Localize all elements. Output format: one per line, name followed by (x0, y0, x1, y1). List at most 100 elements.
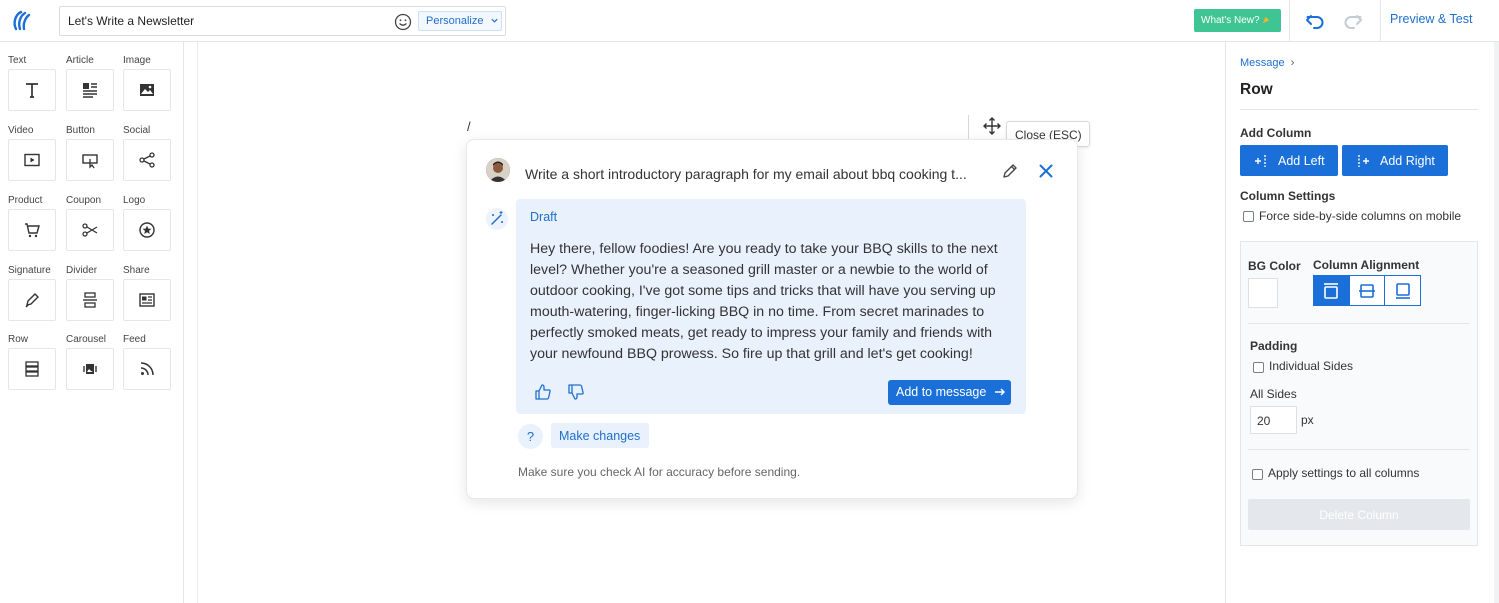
subject-field[interactable]: Let's Write a Newsletter Personalize (59, 6, 506, 36)
redo-icon[interactable] (1342, 10, 1364, 32)
all-sides-label: All Sides (1250, 387, 1297, 401)
delete-column-button[interactable]: Delete Column (1248, 499, 1470, 530)
whats-new-button[interactable]: What's New? (1194, 9, 1281, 32)
tool-feed[interactable]: Feed (123, 334, 173, 390)
add-column-right-icon (1358, 154, 1369, 167)
individual-sides-checkbox[interactable] (1253, 362, 1264, 373)
scrollbar[interactable] (1494, 42, 1499, 603)
add-column-left-icon (1255, 154, 1266, 167)
tool-signature[interactable]: Signature (8, 265, 58, 321)
padding-heading: Padding (1250, 339, 1298, 353)
panel-title: Row (1240, 81, 1273, 98)
tool-label: Button (66, 125, 95, 136)
add-right-label: Add Right (1380, 153, 1435, 168)
ai-prompt-text: Write a short introductory paragraph for… (525, 166, 967, 182)
tool-button[interactable]: Button (66, 125, 116, 181)
share-card-icon (139, 293, 155, 307)
align-middle-icon (1359, 283, 1375, 298)
draft-title: Draft (530, 210, 558, 224)
ai-wand-badge (486, 208, 508, 230)
add-left-label: Add Left (1278, 153, 1325, 168)
align-bottom-icon (1395, 282, 1410, 299)
article-icon (83, 83, 97, 98)
tool-divider[interactable]: Divider (66, 265, 116, 321)
tool-label: Social (123, 125, 151, 136)
tool-image[interactable]: Image (123, 55, 173, 111)
canvas-guide (197, 42, 198, 603)
tool-product[interactable]: Product (8, 195, 58, 251)
tool-carousel[interactable]: Carousel (66, 334, 116, 390)
tool-label: Image (123, 55, 151, 66)
star-circle-icon (139, 222, 155, 238)
slash-command-text[interactable]: / (467, 119, 471, 134)
row-settings-panel: Message › Row Add Column Add Left Add Ri… (1225, 42, 1499, 603)
tool-label: Article (66, 55, 94, 66)
align-top-button[interactable] (1314, 276, 1350, 305)
divider (1289, 0, 1290, 42)
tool-row[interactable]: Row (8, 334, 58, 390)
app-logo-icon[interactable] (10, 9, 34, 33)
column-alignment-label: Column Alignment (1313, 258, 1420, 272)
scissors-icon (82, 223, 98, 237)
tool-label: Feed (123, 334, 146, 345)
thumbs-up-icon[interactable] (534, 383, 552, 401)
force-side-by-side-checkbox[interactable] (1243, 211, 1254, 222)
avatar (486, 158, 510, 182)
emoji-icon[interactable] (394, 13, 412, 31)
close-icon[interactable] (1037, 162, 1055, 180)
edit-prompt-icon[interactable] (1001, 162, 1019, 180)
ai-assistant-card: Write a short introductory paragraph for… (466, 139, 1078, 499)
video-icon (24, 153, 40, 167)
bg-color-label: BG Color (1248, 259, 1301, 273)
divider (1380, 0, 1381, 42)
padding-input[interactable]: 20 (1250, 406, 1297, 434)
tool-text[interactable]: Text (8, 55, 58, 111)
tool-label: Product (8, 195, 43, 206)
padding-unit: px (1301, 413, 1314, 427)
individual-sides-label: Individual Sides (1269, 359, 1354, 373)
tool-logo[interactable]: Logo (123, 195, 173, 251)
tool-label: Text (8, 55, 27, 66)
preview-test-button[interactable]: Preview & Test (1390, 12, 1472, 26)
rss-icon (140, 362, 154, 376)
personalize-label: Personalize (426, 15, 484, 27)
help-button[interactable]: ? (518, 424, 543, 449)
tool-coupon[interactable]: Coupon (66, 195, 116, 251)
draft-body: Hey there, fellow foodies! Are you ready… (530, 241, 998, 362)
bg-color-swatch[interactable] (1248, 278, 1278, 308)
thumbs-down-icon[interactable] (567, 383, 585, 401)
party-icon (1263, 16, 1270, 24)
tool-label: Share (123, 265, 150, 276)
tool-label: Video (8, 125, 34, 136)
undo-icon[interactable] (1304, 10, 1326, 32)
tool-article[interactable]: Article (66, 55, 116, 111)
email-canvas[interactable]: / Close (ESC) Write a short introductory… (185, 42, 1225, 603)
add-to-message-button[interactable]: Add to message (888, 380, 1011, 405)
align-bottom-button[interactable] (1385, 276, 1420, 305)
tool-label: Signature (8, 265, 51, 276)
make-changes-button[interactable]: Make changes (551, 423, 649, 448)
add-column-heading: Add Column (1240, 126, 1312, 140)
divider (1248, 449, 1470, 450)
breadcrumb-message[interactable]: Message (1240, 57, 1285, 69)
breadcrumb[interactable]: Message › (1240, 57, 1294, 69)
personalize-dropdown[interactable]: Personalize (418, 11, 502, 31)
add-left-button[interactable]: Add Left (1240, 145, 1338, 176)
tool-video[interactable]: Video (8, 125, 58, 181)
divider (1248, 323, 1470, 324)
ai-disclaimer: Make sure you check AI for accuracy befo… (518, 465, 801, 479)
apply-all-columns-checkbox[interactable] (1252, 469, 1263, 480)
tool-share[interactable]: Share (123, 265, 173, 321)
pen-icon (25, 293, 39, 308)
rows-icon (25, 361, 39, 377)
add-right-button[interactable]: Add Right (1342, 145, 1448, 176)
force-side-by-side-label: Force side-by-side columns on mobile (1259, 209, 1462, 223)
add-to-message-label: Add to message (896, 385, 987, 399)
tool-social[interactable]: Social (123, 125, 173, 181)
align-middle-button[interactable] (1350, 276, 1386, 305)
tool-label: Coupon (66, 195, 102, 206)
move-icon[interactable] (983, 117, 1001, 135)
content-blocks-panel: Text Article Image Video Button Social P… (0, 42, 184, 603)
carousel-icon (83, 364, 97, 374)
subject-text[interactable]: Let's Write a Newsletter (68, 14, 194, 28)
